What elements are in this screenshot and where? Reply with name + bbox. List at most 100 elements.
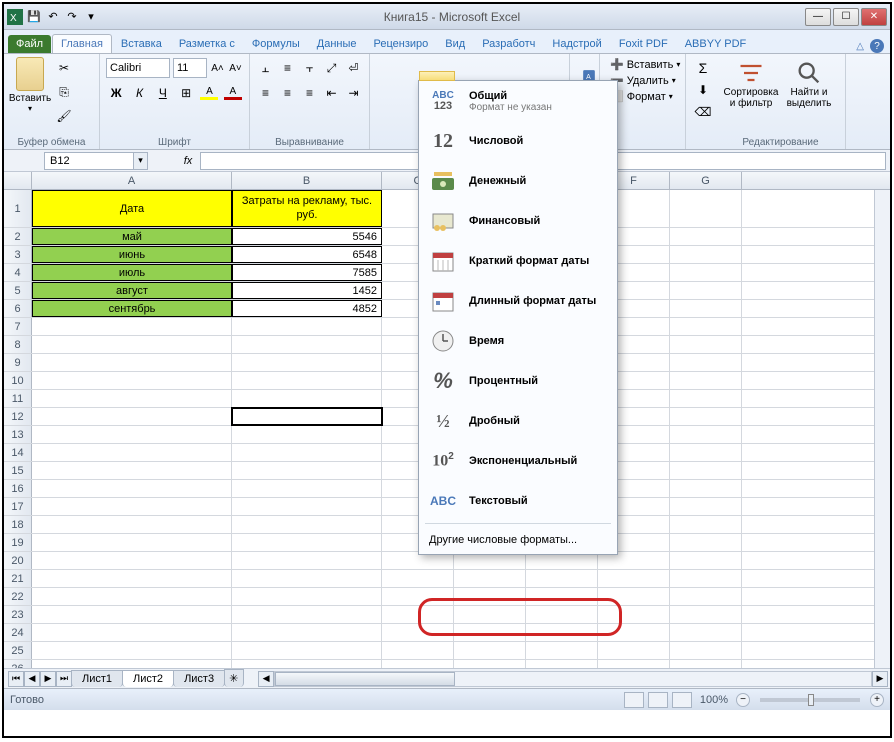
cell[interactable] bbox=[670, 300, 742, 317]
row-header[interactable]: 22 bbox=[4, 588, 32, 605]
autosum-icon[interactable]: Σ bbox=[692, 57, 714, 79]
align-top-icon[interactable]: ⫠ bbox=[256, 57, 275, 79]
tab-addins[interactable]: Надстрой bbox=[544, 35, 609, 53]
cell[interactable] bbox=[670, 190, 742, 227]
cell[interactable]: Затраты на рекламу, тыс. руб. bbox=[232, 190, 382, 227]
more-number-formats[interactable]: Другие числовые форматы... bbox=[419, 526, 617, 554]
cell[interactable] bbox=[382, 660, 454, 668]
cell[interactable] bbox=[670, 624, 742, 641]
row-header[interactable]: 5 bbox=[4, 282, 32, 299]
cell[interactable] bbox=[526, 642, 598, 659]
row-header[interactable]: 1 bbox=[4, 190, 32, 227]
cell[interactable] bbox=[232, 426, 382, 443]
row-header[interactable]: 25 bbox=[4, 642, 32, 659]
cell[interactable] bbox=[32, 624, 232, 641]
find-select-button[interactable]: Найти и выделить bbox=[780, 57, 838, 109]
number-format-accounting[interactable]: Финансовый bbox=[419, 201, 617, 241]
row-header[interactable]: 19 bbox=[4, 534, 32, 551]
cell[interactable] bbox=[670, 318, 742, 335]
cell[interactable] bbox=[32, 534, 232, 551]
row-header[interactable]: 3 bbox=[4, 246, 32, 263]
cell[interactable] bbox=[232, 534, 382, 551]
italic-icon[interactable]: К bbox=[129, 82, 149, 104]
align-middle-icon[interactable]: ≡ bbox=[278, 57, 297, 79]
zoom-in-button[interactable]: + bbox=[870, 693, 884, 707]
number-format-shortdate[interactable]: Краткий формат даты bbox=[419, 241, 617, 281]
row-header[interactable]: 23 bbox=[4, 606, 32, 623]
cell[interactable] bbox=[670, 588, 742, 605]
vertical-scrollbar[interactable] bbox=[874, 190, 890, 668]
cell[interactable] bbox=[232, 606, 382, 623]
cell[interactable] bbox=[526, 588, 598, 605]
fx-button[interactable]: fx bbox=[178, 152, 198, 170]
cell[interactable] bbox=[232, 408, 382, 425]
cell[interactable] bbox=[232, 318, 382, 335]
row-header[interactable]: 26 bbox=[4, 660, 32, 668]
cell[interactable] bbox=[598, 660, 670, 668]
cell[interactable] bbox=[232, 498, 382, 515]
cell[interactable] bbox=[32, 426, 232, 443]
sheet-nav-first[interactable]: ⏮ bbox=[8, 671, 24, 687]
font-size-input[interactable] bbox=[173, 58, 207, 78]
cell[interactable]: июль bbox=[32, 264, 232, 281]
cell[interactable] bbox=[670, 264, 742, 281]
cell[interactable]: сентябрь bbox=[32, 300, 232, 317]
cell[interactable] bbox=[32, 552, 232, 569]
col-header-b[interactable]: B bbox=[232, 172, 382, 189]
cell[interactable]: 5546 bbox=[232, 228, 382, 245]
cell[interactable] bbox=[382, 642, 454, 659]
fill-icon[interactable]: ⬇ bbox=[692, 79, 714, 101]
tab-developer[interactable]: Разработч bbox=[474, 35, 543, 53]
cell[interactable] bbox=[454, 624, 526, 641]
view-normal-icon[interactable] bbox=[624, 692, 644, 708]
cell[interactable] bbox=[232, 660, 382, 668]
grow-font-icon[interactable]: A˄ bbox=[210, 57, 225, 79]
cell[interactable] bbox=[232, 390, 382, 407]
cell[interactable] bbox=[670, 642, 742, 659]
number-format-percent[interactable]: %Процентный bbox=[419, 361, 617, 401]
cell[interactable] bbox=[32, 606, 232, 623]
cell[interactable] bbox=[670, 480, 742, 497]
cell[interactable] bbox=[32, 498, 232, 515]
cell[interactable] bbox=[232, 516, 382, 533]
cell[interactable] bbox=[32, 336, 232, 353]
qat-more-icon[interactable]: ▾ bbox=[83, 9, 99, 25]
tab-layout[interactable]: Разметка с bbox=[171, 35, 243, 53]
zoom-out-button[interactable]: − bbox=[736, 693, 750, 707]
row-header[interactable]: 2 bbox=[4, 228, 32, 245]
hscroll-thumb[interactable] bbox=[275, 672, 455, 686]
cell[interactable] bbox=[32, 480, 232, 497]
copy-icon[interactable]: ⎘ bbox=[53, 81, 75, 103]
cell[interactable] bbox=[598, 624, 670, 641]
cell[interactable]: 6548 bbox=[232, 246, 382, 263]
row-header[interactable]: 7 bbox=[4, 318, 32, 335]
increase-indent-icon[interactable]: ⇥ bbox=[344, 82, 363, 104]
align-center-icon[interactable]: ≡ bbox=[278, 82, 297, 104]
number-format-currency[interactable]: Денежный bbox=[419, 161, 617, 201]
row-header[interactable]: 17 bbox=[4, 498, 32, 515]
align-left-icon[interactable]: ≡ bbox=[256, 82, 275, 104]
number-format-general[interactable]: ABC123ОбщийФормат не указан bbox=[419, 81, 617, 121]
cell[interactable] bbox=[598, 606, 670, 623]
tab-abbyy[interactable]: ABBYY PDF bbox=[677, 35, 755, 53]
cell[interactable]: май bbox=[32, 228, 232, 245]
tab-view[interactable]: Вид bbox=[437, 35, 473, 53]
cell[interactable] bbox=[670, 444, 742, 461]
save-icon[interactable]: 💾 bbox=[26, 9, 42, 25]
cell[interactable] bbox=[454, 606, 526, 623]
row-header[interactable]: 4 bbox=[4, 264, 32, 281]
shrink-font-icon[interactable]: A˅ bbox=[228, 57, 243, 79]
row-header[interactable]: 10 bbox=[4, 372, 32, 389]
cell[interactable] bbox=[670, 282, 742, 299]
cell[interactable] bbox=[454, 642, 526, 659]
cell[interactable] bbox=[232, 642, 382, 659]
cell[interactable] bbox=[232, 372, 382, 389]
sheet-nav-next[interactable]: ▶ bbox=[40, 671, 56, 687]
cell[interactable] bbox=[232, 552, 382, 569]
cell[interactable] bbox=[32, 444, 232, 461]
cell[interactable] bbox=[670, 408, 742, 425]
cut-icon[interactable]: ✂ bbox=[53, 57, 75, 79]
bold-icon[interactable]: Ж bbox=[106, 82, 126, 104]
tab-file[interactable]: Файл bbox=[8, 35, 51, 53]
select-all-corner[interactable] bbox=[4, 172, 32, 189]
